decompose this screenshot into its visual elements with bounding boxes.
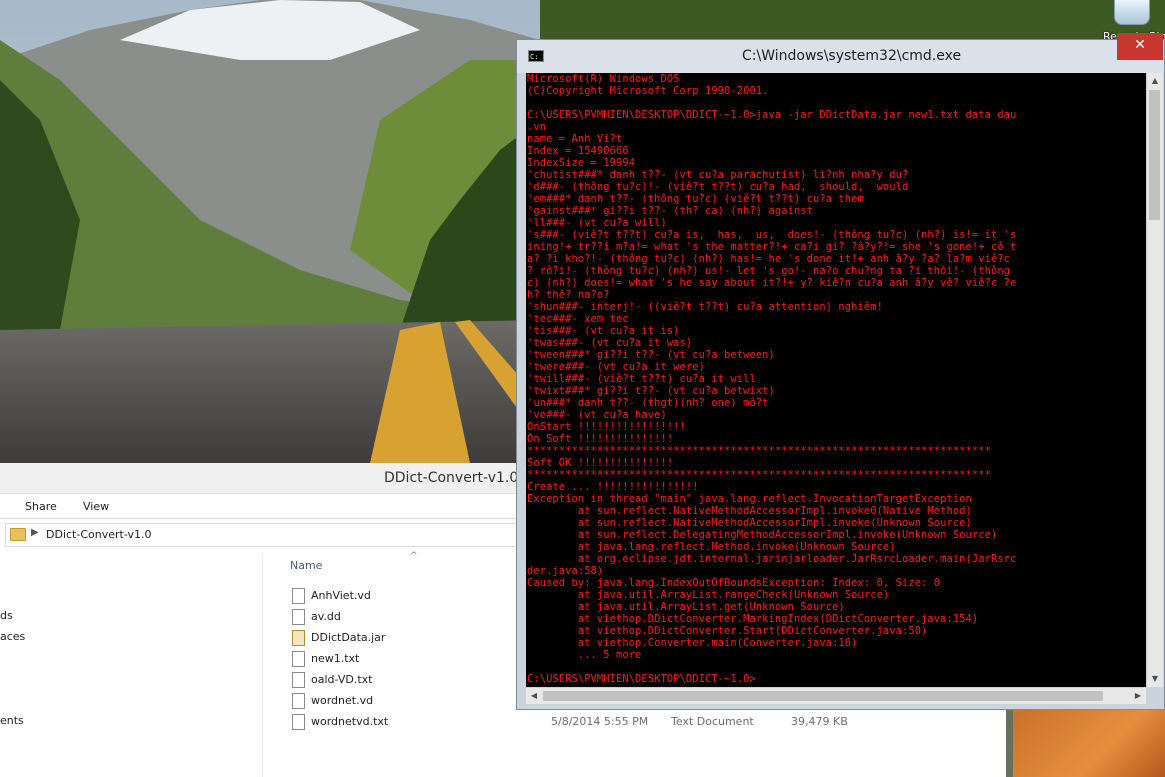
scroll-thumb[interactable] xyxy=(1149,90,1160,220)
console-line: 'twas###- (vt cu?a it was) xyxy=(527,337,693,349)
console-line: 'd###- (thông tu?c)!- (viê?t t??t) cu?a … xyxy=(527,181,909,193)
console-line: 'twere###- (vt cu?a it were) xyxy=(527,361,705,373)
folder-icon xyxy=(10,528,26,541)
console-line: C:\USERS\PVMHIEN\DESKTOP\DDICT-~1.0>java… xyxy=(527,109,1017,121)
nav-item[interactable]: ents xyxy=(0,714,24,727)
console-line: 'tec###- xem tec xyxy=(527,313,629,325)
console-line: at org.eclipse.jdt.internal.jarinjarload… xyxy=(527,553,1017,565)
scroll-left-icon[interactable]: ◀ xyxy=(526,688,542,704)
column-header-name[interactable]: Name xyxy=(290,559,322,572)
console-line: at viethop.DDictConverter.Start(DDictCon… xyxy=(527,625,928,637)
console-line: at viethop.DDictConverter.MarkingIndex(D… xyxy=(527,613,979,625)
console-line: Exception in thread "main" java.lang.ref… xyxy=(527,493,972,505)
tab-view[interactable]: View xyxy=(83,500,109,513)
console-line: 'twixt###* gi??i t??- (vt cu?a betwixt) xyxy=(527,385,775,397)
close-button[interactable]: ✕ xyxy=(1117,33,1163,60)
console-line: ****************************************… xyxy=(527,445,991,457)
console-line: ... 5 more xyxy=(527,649,642,661)
file-name: oald-VD.txt xyxy=(311,673,373,686)
console-line: OnStart !!!!!!!!!!!!!!!!! xyxy=(527,421,686,433)
file-icon xyxy=(292,693,305,709)
scroll-thumb-horizontal[interactable] xyxy=(543,691,1103,701)
background-window-fragment xyxy=(1013,710,1165,777)
console-line: c) (nh?) does!= what 's he say about it?… xyxy=(527,277,1017,289)
console-line: 'twill###- (viê?t t??t) cu?a it will xyxy=(527,373,756,385)
console-line: 'tween###* gi??i t??- (vt cu?a between) xyxy=(527,349,775,361)
console-line: 've###- (vt cu?a have) xyxy=(527,409,667,421)
console-line: 'll###- (vt cu?a will) xyxy=(527,217,667,229)
console-line: 's###- (viê?t t??t) cu?a is, has, us, do… xyxy=(527,229,1017,241)
console-line: at sun.reflect.DelegatingMethodAccessorI… xyxy=(527,529,998,541)
cmd-window: C: C:\Windows\system32\cmd.exe ✕ Microso… xyxy=(516,33,1165,710)
console-line: at java.util.ArrayList.rangeCheck(Unknow… xyxy=(527,589,890,601)
console-line: 'shun###- interj!- ((viê?t t??t) cu?a at… xyxy=(527,301,883,313)
console-line: ining!+ tr??i m?a!= what 's the matter?!… xyxy=(527,241,1017,253)
console-line: 'em###* danh t??- (thông tu?c) (viê?t t?… xyxy=(527,193,864,205)
console-line: Soft OK !!!!!!!!!!!!!!! xyxy=(527,457,674,469)
file-name: wordnet.vd xyxy=(311,694,374,707)
console-line: at viethop.Converter.main(Converter.java… xyxy=(527,637,858,649)
console-line: .vn xyxy=(527,121,547,133)
console-line: Microsoft(R) Windows DOS xyxy=(527,73,680,85)
cmd-icon: C: xyxy=(528,50,544,62)
file-name: wordnetvd.txt xyxy=(311,715,389,728)
console-line: 'gainst###* gi??i t??- (th? ca) (nh?) ag… xyxy=(527,205,814,217)
address-path: DDict-Convert-v1.0 xyxy=(46,528,152,541)
console-line: ? rô?i!- (thông tu?c) (nh?) us!- let 's … xyxy=(527,265,1011,277)
text-file-icon xyxy=(292,714,305,730)
text-file-icon xyxy=(292,672,305,688)
console-line: at java.util.ArrayList.get(Unknown Sourc… xyxy=(527,601,845,613)
console-line: On Soft !!!!!!!!!!!!!!! xyxy=(527,433,674,445)
explorer-title: DDict-Convert-v1.0 xyxy=(384,470,519,486)
file-name: av.dd xyxy=(311,610,341,623)
console-output[interactable]: Microsoft(R) Windows DOS (C)Copyright Mic… xyxy=(526,73,1146,687)
console-line: IndexSize = 19994 xyxy=(527,157,636,169)
vertical-scrollbar[interactable]: ▲ ▼ xyxy=(1146,73,1163,687)
console-line: C:\USERS\PVMHIEN\DESKTOP\DDICT-~1.0> xyxy=(527,673,756,685)
file-icon xyxy=(292,609,305,625)
console-text: Microsoft(R) Windows DOS (C)Copyright Mic… xyxy=(526,73,1146,685)
console-line: h? thê? na?o? xyxy=(527,289,610,301)
scroll-down-icon[interactable]: ▼ xyxy=(1147,671,1163,687)
cmd-title: C:\Windows\system32\cmd.exe xyxy=(742,48,962,64)
console-line: at sun.reflect.NativeMethodAccessorImpl.… xyxy=(527,517,972,529)
horizontal-scrollbar[interactable]: ◀ ▶ xyxy=(526,687,1146,704)
file-name: AnhViet.vd xyxy=(311,589,371,602)
console-line: name = Anh Vi?t xyxy=(527,133,623,145)
console-line: 'tis###- (vt cu?a it is) xyxy=(527,325,680,337)
file-name: DDictData.jar xyxy=(311,631,386,644)
sort-ascending-icon: ^ xyxy=(410,551,418,561)
scroll-up-icon[interactable]: ▲ xyxy=(1147,73,1163,89)
console-line: der.java:58) xyxy=(527,565,604,577)
console-line: 'chutist###* danh t??- (vt cu?a parachut… xyxy=(527,169,909,181)
file-size: 39,479 KB xyxy=(791,715,848,728)
cmd-titlebar[interactable]: C: C:\Windows\system32\cmd.exe xyxy=(517,40,1164,73)
console-line: a? ?i kho?!- (thông tu?c) (nh?) has!= he… xyxy=(527,253,1011,265)
nav-item[interactable]: ds xyxy=(0,609,13,622)
console-line: Create ... !!!!!!!!!!!!!!!! xyxy=(527,481,699,493)
console-line: Index = 15490666 xyxy=(527,145,629,157)
console-line: ****************************************… xyxy=(527,469,991,481)
file-row[interactable]: wordnetvd.txt 5/8/2014 5:55 PM Text Docume… xyxy=(290,713,990,734)
tab-share[interactable]: Share xyxy=(25,500,57,513)
nav-item[interactable]: aces xyxy=(0,630,25,643)
navigation-pane: ds aces ents xyxy=(0,553,263,777)
text-file-icon xyxy=(292,651,305,667)
scroll-right-icon[interactable]: ▶ xyxy=(1130,688,1146,704)
file-date: 5/8/2014 5:55 PM xyxy=(551,715,649,728)
file-name: new1.txt xyxy=(311,652,360,665)
console-line: Caused by: java.lang.IndexOutOfBoundsExc… xyxy=(527,577,941,589)
console-line: (C)Copyright Microsoft Corp 1990-2001. xyxy=(527,85,769,97)
recycle-bin-icon xyxy=(1114,0,1150,25)
close-icon: ✕ xyxy=(1134,37,1146,53)
jar-file-icon xyxy=(292,630,305,646)
console-line: 'un###* danh t??- (thgt)(nh? one) mô?t xyxy=(527,397,769,409)
file-icon xyxy=(292,588,305,604)
console-line: at sun.reflect.NativeMethodAccessorImpl.… xyxy=(527,505,972,517)
console-line: at java.lang.reflect.Method.invoke(Unkno… xyxy=(527,541,896,553)
file-type: Text Document xyxy=(671,715,754,728)
chevron-right-icon[interactable]: ▶ xyxy=(31,527,39,538)
